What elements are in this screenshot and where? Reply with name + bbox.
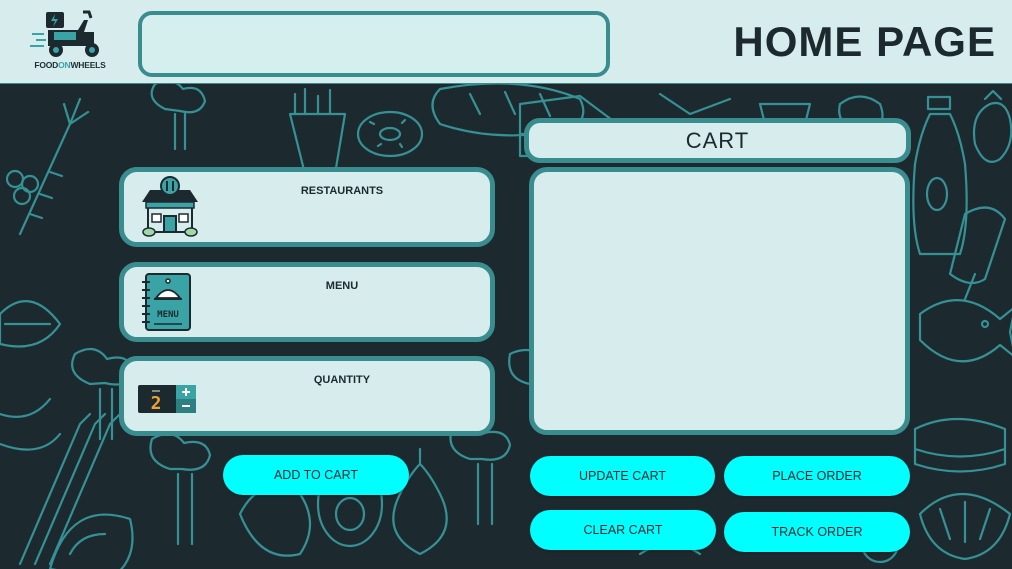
- clear-cart-button[interactable]: CLEAR CART: [530, 510, 716, 550]
- scooter-logo-icon: [30, 10, 99, 57]
- restaurant-building-icon: [142, 176, 198, 237]
- add-to-cart-button[interactable]: ADD TO CART: [223, 455, 409, 495]
- quantity-card[interactable]: 2 QUANTITY: [119, 356, 495, 436]
- page-title: HOME PAGE: [733, 18, 996, 65]
- menu-label: MENU: [325, 280, 359, 292]
- place-order-button[interactable]: PLACE ORDER: [724, 456, 910, 496]
- logo-wordmark: FOODONWHEELS: [34, 60, 106, 70]
- quantity-stepper-icon: 2: [138, 385, 196, 414]
- cart-list-box[interactable]: [529, 167, 910, 435]
- search-input[interactable]: [138, 11, 610, 77]
- quantity-label: QUANTITY: [313, 374, 371, 386]
- cart-title: CART: [524, 118, 911, 163]
- restaurants-label: RESTAURANTS: [300, 185, 384, 197]
- menu-book-icon: MENU: [142, 273, 191, 331]
- menu-book-text: MENU: [157, 310, 179, 320]
- header-bar: FOODONWHEELS HOME PAGE: [0, 0, 1012, 84]
- update-cart-button[interactable]: UPDATE CART: [530, 456, 715, 496]
- menu-card[interactable]: MENU MENU: [119, 262, 495, 342]
- quantity-value: 2: [151, 393, 162, 414]
- restaurants-card[interactable]: RESTAURANTS: [119, 167, 495, 247]
- app-logo: FOODONWHEELS: [28, 8, 112, 74]
- track-order-button[interactable]: TRACK ORDER: [724, 512, 910, 552]
